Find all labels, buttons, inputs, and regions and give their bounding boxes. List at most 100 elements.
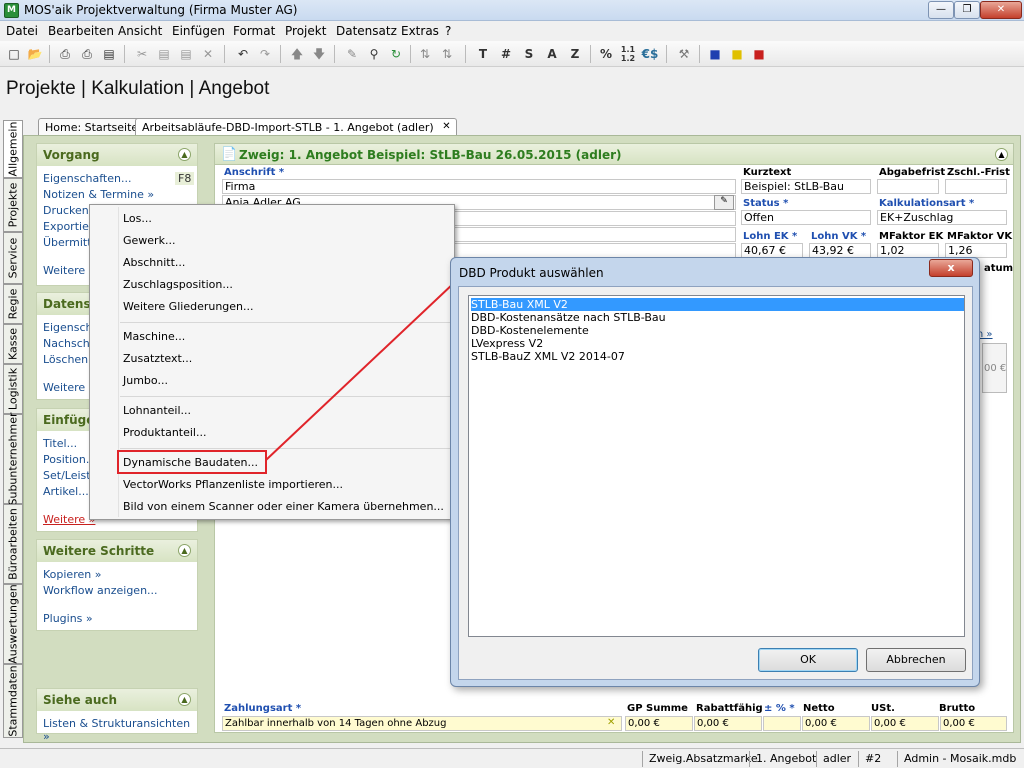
list-item[interactable]: DBD-Kostenansätze nach STLB-Bau xyxy=(471,311,964,324)
link-artikel[interactable]: Artikel... xyxy=(43,485,89,498)
cancel-button[interactable]: Abbrechen xyxy=(866,648,966,672)
format-t-icon[interactable]: T xyxy=(474,45,492,63)
copy-doc-icon[interactable]: ▤ xyxy=(100,45,118,63)
edit-pen-icon[interactable]: ✎ xyxy=(343,45,361,63)
panel-weitere-header[interactable]: Weitere Schritte ▲ xyxy=(37,540,197,562)
numbering-icon[interactable]: 1.1 1.2 xyxy=(619,45,637,63)
format-s-icon[interactable]: S xyxy=(520,45,538,63)
menu-item-produktanteil[interactable]: Produktanteil... xyxy=(123,426,206,439)
move-up-icon[interactable]: 🡅 xyxy=(288,45,306,63)
ust-field[interactable]: 0,00 € xyxy=(871,716,939,731)
status-field[interactable]: Offen xyxy=(741,210,871,225)
vtab-stammdaten[interactable]: Stammdaten xyxy=(3,664,23,738)
address-book-icon[interactable]: ✎ xyxy=(714,195,734,210)
link-weitere-einfuegen[interactable]: Weitere » xyxy=(43,513,95,526)
dialog-close-button[interactable]: x xyxy=(929,259,973,277)
menu-datei[interactable]: Datei xyxy=(6,24,38,38)
link-set-leistung[interactable]: Set/Leist xyxy=(43,469,91,482)
menu-einfuegen[interactable]: Einfügen xyxy=(172,24,225,38)
gp-summe-field[interactable]: 0,00 € xyxy=(625,716,693,731)
menu-item-los[interactable]: Los... xyxy=(123,212,152,225)
currency-icon[interactable]: €$ xyxy=(641,45,659,63)
menu-item-dynamische-baudaten[interactable]: Dynamische Baudaten... xyxy=(123,456,258,469)
link-exportieren[interactable]: Exportier xyxy=(43,220,93,233)
close-window-button[interactable]: ✕ xyxy=(980,1,1022,19)
menu-item-abschnitt[interactable]: Abschnitt... xyxy=(123,256,185,269)
zahlungsart-field[interactable]: Zahlbar innerhalb von 14 Tagen ohne Abzu… xyxy=(222,716,622,731)
link-listen[interactable]: Listen & Strukturansichten » xyxy=(43,717,197,743)
list-item[interactable]: STLB-BauZ XML V2 2014-07 xyxy=(471,350,964,363)
menu-item-vectorworks[interactable]: VectorWorks Pflanzenliste importieren... xyxy=(123,478,343,491)
link-weitere-funktionen[interactable]: Weitere F xyxy=(43,264,95,277)
list-item[interactable]: DBD-Kostenelemente xyxy=(471,324,964,337)
redo-icon[interactable]: ↷ xyxy=(256,45,274,63)
lohn-ek-field[interactable]: 40,67 € xyxy=(741,243,803,258)
print-preview-icon[interactable]: ⎙ xyxy=(78,45,96,63)
open-folder-icon[interactable]: 📂 xyxy=(26,45,44,63)
brutto-field[interactable]: 0,00 € xyxy=(940,716,1007,731)
vtab-logistik[interactable]: Logistik xyxy=(3,364,23,414)
ok-button[interactable]: OK xyxy=(758,648,858,672)
percent-icon[interactable]: % xyxy=(597,45,615,63)
collapse-icon[interactable]: ▲ xyxy=(995,148,1008,161)
panel-siehe-header[interactable]: Siehe auch ▲ xyxy=(37,689,197,711)
format-z-icon[interactable]: Z xyxy=(566,45,584,63)
list-item[interactable]: LVexpress V2 xyxy=(471,337,964,350)
mfaktor-vk-field[interactable]: 1,26 xyxy=(945,243,1007,258)
format-hash-icon[interactable]: # xyxy=(497,45,515,63)
abgabefrist-field[interactable] xyxy=(877,179,939,194)
move-down-icon[interactable]: 🡇 xyxy=(310,45,328,63)
close-tab-icon[interactable]: ✕ xyxy=(442,121,450,132)
menu-ansicht[interactable]: Ansicht xyxy=(118,24,162,38)
tab-home[interactable]: Home: Startseite xyxy=(38,118,146,136)
link-loeschen[interactable]: Löschen xyxy=(43,353,88,366)
menu-item-jumbo[interactable]: Jumbo... xyxy=(123,374,168,387)
link-eigenschaften[interactable]: Eigenschaften... xyxy=(43,172,131,185)
kurztext-field[interactable]: Beispiel: StLB-Bau xyxy=(741,179,871,194)
tab-document[interactable]: Arbeitsabläufe-DBD-Import-STLB - 1. Ange… xyxy=(135,118,457,136)
rabattfaehig-field[interactable]: 0,00 € xyxy=(694,716,762,731)
vtab-subunternehmer[interactable]: Subunternehmer xyxy=(3,412,23,506)
link-titel[interactable]: Titel... xyxy=(43,437,77,450)
sort-desc-icon[interactable]: ⇅ xyxy=(438,45,456,63)
undo-icon[interactable]: ↶ xyxy=(234,45,252,63)
menu-projekt[interactable]: Projekt xyxy=(285,24,326,38)
print-icon[interactable]: ⎙ xyxy=(56,45,74,63)
vtab-projekte[interactable]: Projekte xyxy=(3,178,23,232)
collapse-icon[interactable]: ▲ xyxy=(178,544,191,557)
menu-item-maschine[interactable]: Maschine... xyxy=(123,330,185,343)
puzzle-blue-icon[interactable]: ■ xyxy=(706,45,724,63)
vtab-service[interactable]: Service xyxy=(3,232,23,284)
link-notizen[interactable]: Notizen & Termine » xyxy=(43,188,154,201)
vtab-auswertungen[interactable]: Auswertungen xyxy=(3,584,23,664)
copy-icon[interactable]: ▤ xyxy=(155,45,173,63)
vtab-bueroarbeiten[interactable]: Büroarbeiten xyxy=(3,504,23,584)
menu-item-zuschlagsposition[interactable]: Zuschlagsposition... xyxy=(123,278,233,291)
link-weitere-ds[interactable]: Weitere F xyxy=(43,381,95,394)
tools-icon[interactable]: ⚒ xyxy=(675,45,693,63)
product-list[interactable]: STLB-Bau XML V2 DBD-Kostenansätze nach S… xyxy=(468,295,965,637)
clear-icon[interactable]: ✕ xyxy=(607,717,615,728)
prozent-field[interactable] xyxy=(763,716,801,731)
link-workflow[interactable]: Workflow anzeigen... xyxy=(43,584,158,597)
vtab-regie[interactable]: Regie xyxy=(3,284,23,324)
menu-item-scanner[interactable]: Bild von einem Scanner oder einer Kamera… xyxy=(123,500,444,513)
panel-vorgang-header[interactable]: Vorgang ▲ xyxy=(37,144,197,166)
link-plugins[interactable]: Plugins » xyxy=(43,612,93,625)
menu-datensatz[interactable]: Datensatz xyxy=(336,24,397,38)
vtab-kasse[interactable]: Kasse xyxy=(3,324,23,364)
mfaktor-ek-field[interactable]: 1,02 xyxy=(877,243,939,258)
puzzle-red-icon[interactable]: ■ xyxy=(750,45,768,63)
menu-format[interactable]: Format xyxy=(233,24,275,38)
netto-field[interactable]: 0,00 € xyxy=(802,716,870,731)
menu-item-gewerk[interactable]: Gewerk... xyxy=(123,234,175,247)
format-a-icon[interactable]: A xyxy=(543,45,561,63)
puzzle-yellow-icon[interactable]: ■ xyxy=(728,45,746,63)
kalkulationsart-field[interactable]: EK+Zuschlag xyxy=(877,210,1007,225)
collapse-icon[interactable]: ▲ xyxy=(178,148,191,161)
sort-icon[interactable]: ⇅ xyxy=(416,45,434,63)
new-file-icon[interactable]: □ xyxy=(5,45,23,63)
menu-item-lohnanteil[interactable]: Lohnanteil... xyxy=(123,404,191,417)
menu-item-weitere-gliederungen[interactable]: Weitere Gliederungen... xyxy=(123,300,254,313)
minimize-button[interactable]: — xyxy=(928,1,954,19)
